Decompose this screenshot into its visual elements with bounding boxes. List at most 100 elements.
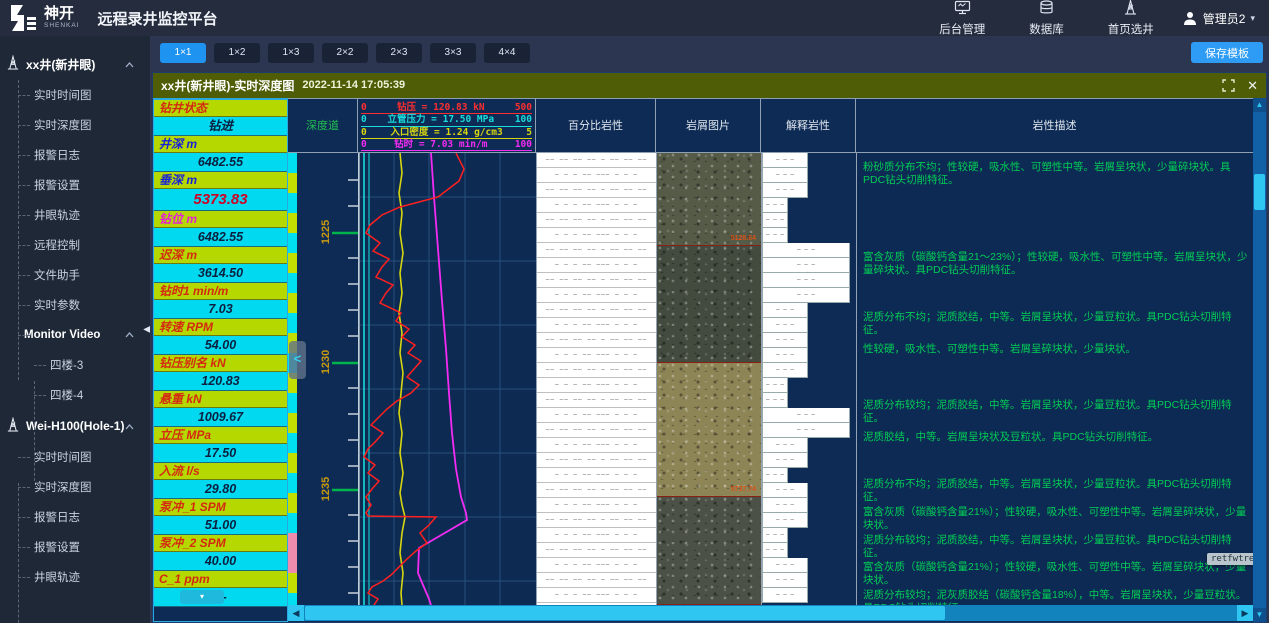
curve-track [358,153,536,605]
sidebar-item-报警日志[interactable]: 报警日志 [0,140,150,170]
sidebar-item-报警日志[interactable]: 报警日志 [0,502,150,532]
brand-name-en: SHENKAI [44,23,80,30]
close-icon[interactable]: ✕ [1247,79,1258,92]
sidebar-item-报警设置[interactable]: 报警设置 [0,170,150,200]
percent-lithology-row: – – – –– ––– – – – [537,378,656,393]
param-cell-入流[interactable]: 入流 l/s29.80 [154,463,287,499]
sidebar-item-实时时间图[interactable]: 实时时间图 [0,80,150,110]
expand-icon[interactable] [1222,79,1235,92]
param-value: 120.83 [154,372,287,391]
scroll-left-icon[interactable]: ◀ [288,605,304,621]
sidebar-item-井眼轨迹[interactable]: 井眼轨迹 [0,562,150,592]
param-cell-钻井状态[interactable]: 钻井状态钻进 [154,100,287,136]
param-cell-泵冲_2[interactable]: 泵冲_2 SPM40.00 [154,535,287,571]
cuttings-photo-2[interactable] [657,246,761,363]
nav-item-admin[interactable]: 后台管理 [939,0,985,37]
layout-button-2×3[interactable]: 2×3 [376,43,422,63]
scroll-right-icon[interactable]: ▶ [1237,605,1253,621]
user-avatar-icon [1182,10,1198,26]
interp-lithology-block: – – – [762,198,788,213]
param-cell-钻位[interactable]: 钻位 m6482.55 [154,211,287,247]
param-cell-转速[interactable]: 转速 RPM54.00 [154,319,287,355]
strip-block [288,393,297,413]
interp-lithology-block: – – – [762,393,788,408]
param-cell-悬重[interactable]: 悬重 kN1009.67 [154,391,287,427]
layout-button-3×3[interactable]: 3×3 [430,43,476,63]
percent-lithology-row: –– –– –– –– – –– –– –– [537,183,656,198]
legend-max: 100 [515,115,532,125]
param-label: 泵冲_2 SPM [154,535,287,552]
sidebar-well-Wei-H100(Hole-1)[interactable]: Wei-H100(Hole-1) [0,410,150,442]
sidebar-item-四楼-4[interactable]: 四楼-4 [0,380,150,410]
curve-legend-row[interactable]: 0钻压 = 120.83 kN500 [361,102,532,114]
nav-item-database[interactable]: 数据库 [1029,0,1064,37]
curve-legend-row[interactable]: 0入口密度 = 1.24 g/cm35 [361,127,532,139]
vertical-scroll-thumb[interactable] [1254,174,1265,210]
strip-block [288,533,297,553]
sidebar-item-报警设置[interactable]: 报警设置 [0,532,150,562]
layout-button-1×3[interactable]: 1×3 [268,43,314,63]
column-header-cuttings-photo: 岩屑图片 [656,99,761,152]
cuttings-photo-1[interactable]: 5128.64 [657,153,761,246]
horizontal-scroll-thumb[interactable] [305,606,945,620]
legend-min: 0 [361,140,367,150]
param-cell-C_1[interactable]: C_1 ppm---▾ [154,571,287,607]
curve-legend-row[interactable]: 0钻时 = 7.03 min/m100 [361,139,532,151]
interp-lithology-block: – – – [762,558,808,573]
percent-lithology-row: – – – –– ––– – – – [537,498,656,513]
user-name: 管理员2 [1203,10,1246,27]
sidebar-item-实时参数[interactable]: 实时参数 [0,290,150,320]
layout-button-1×1[interactable]: 1×1 [160,43,206,63]
param-cell-钻时1[interactable]: 钻时1 min/m7.03 [154,283,287,319]
percent-lithology-row: –– –– –– –– – –– –– –– [537,303,656,318]
chart-body: 122512301235 –– –– –– –– – –– –– ––– – –… [288,153,1253,605]
param-cell-垂深[interactable]: 垂深 m5373.83 [154,172,287,211]
sidebar-item-远程控制[interactable]: 远程控制 [0,230,150,260]
interp-lithology-block: – – – [762,183,808,198]
cuttings-photo-4[interactable] [657,497,761,605]
layout-button-1×2[interactable]: 1×2 [214,43,260,63]
legend-curve-text: 钻压 = 120.83 kN [397,103,485,113]
curve-legend-row[interactable]: 0立管压力 = 17.50 MPa100 [361,114,532,126]
param-label: 井深 m [154,136,287,153]
vertical-scrollbar[interactable]: ▲ ▼ [1253,98,1266,622]
sidebar-item-四楼-3[interactable]: 四楼-3 [0,350,150,380]
strip-block [288,253,297,273]
sidebar-item-实时时间图[interactable]: 实时时间图 [0,442,150,472]
param-cell-钻压别名[interactable]: 钻压别名 kN120.83 [154,355,287,391]
sidebar-item-文件助手[interactable]: 文件助手 [0,260,150,290]
param-cell-迟深[interactable]: 迟深 m3614.50 [154,247,287,283]
param-cell-立压[interactable]: 立压 MPa17.50 [154,427,287,463]
admin-console-icon [954,0,971,20]
scroll-down-icon[interactable]: ▼ [1253,608,1266,622]
sidebar-group-Monitor Video[interactable]: Monitor Video [0,320,150,350]
nav-item-well-select[interactable]: 首页选井 [1108,0,1154,37]
layout-button-4×4[interactable]: 4×4 [484,43,530,63]
cuttings-photo-3[interactable]: 5737.74 [657,363,761,497]
param-cell-泵冲_1[interactable]: 泵冲_1 SPM51.00 [154,499,287,535]
percent-lithology-row: – – – –– ––– – – – [537,198,656,213]
tree-item-label: 井眼轨迹 [34,569,80,585]
legend-min: 0 [361,115,367,125]
interpreted-lithology-column: – – –– – –– – –– – –– – –– – –– – –– – –… [761,153,856,605]
percent-lithology-row: –– –– –– –– – –– –– –– [537,213,656,228]
sidebar-item-实时深度图[interactable]: 实时深度图 [0,472,150,502]
panel-collapse-chevron-icon[interactable]: < [289,341,306,379]
save-template-button[interactable]: 保存模板 [1191,42,1263,63]
scroll-up-icon[interactable]: ▲ [1253,98,1266,112]
hover-tooltip: retfwtrey [1207,553,1253,565]
sidebar-item-实时深度图[interactable]: 实时深度图 [0,110,150,140]
user-menu[interactable]: 管理员2 ▾ [1182,10,1255,27]
percent-lithology-row: – – – –– ––– – – – [537,348,656,363]
sidebar-item-井眼轨迹[interactable]: 井眼轨迹 [0,200,150,230]
sidebar-collapse-icon[interactable]: ◀ [143,324,150,335]
interp-lithology-block: – – – [762,333,808,348]
param-cell-井深[interactable]: 井深 m6482.55 [154,136,287,172]
panel-bottom-filler [288,621,1253,622]
sidebar-well-xx井(新井眼)[interactable]: xx井(新井眼) [0,48,150,80]
param-dropdown-icon[interactable]: ▾ [180,590,224,604]
horizontal-scrollbar[interactable]: ◀ ▶ [288,605,1253,621]
strip-block [288,153,297,173]
percent-lithology-row: –– –– –– –– – –– –– –– [537,273,656,288]
layout-button-2×2[interactable]: 2×2 [322,43,368,63]
